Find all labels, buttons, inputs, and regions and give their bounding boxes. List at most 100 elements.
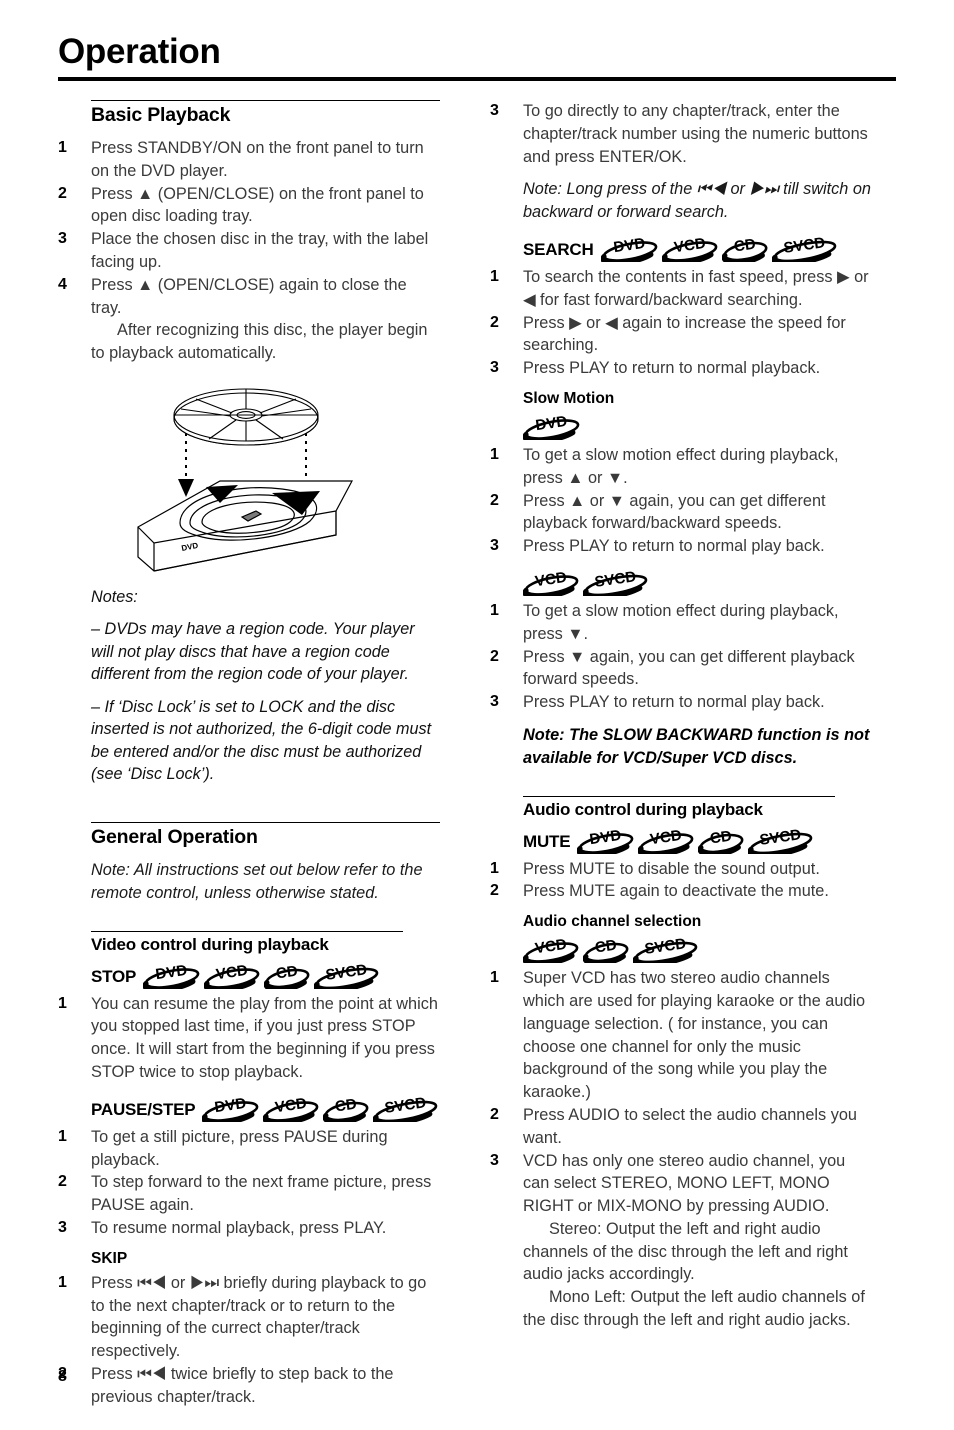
heading-video-control: Video control during playback	[91, 934, 329, 954]
disc-format-badge-cd-icon: CD	[264, 962, 310, 989]
list-item: 2 To step forward to the next frame pict…	[58, 1171, 440, 1217]
step-text: To go directly to any chapter/track, ent…	[523, 102, 868, 166]
list-item: 1 Press ⏮◀ or ▶⏭ briefly during playback…	[58, 1272, 440, 1363]
step-number: 2	[490, 882, 499, 900]
steps-skip-continued: 3 To go directly to any chapter/track, e…	[490, 100, 872, 168]
step-text: VCD has only one stereo audio channel, y…	[523, 1151, 846, 1216]
disc-format-badge-svcd-icon: SVCD	[583, 568, 648, 596]
svg-text:SVCD: SVCD	[325, 961, 369, 984]
badge-row-slow-dvd: DVD	[523, 412, 583, 440]
disc-format-badge-vcd: VCD	[523, 568, 580, 596]
disc-format-badge-dvd-icon: DVD	[600, 235, 657, 262]
badge-group-audio-channel: VCD CD SVCD	[523, 935, 872, 964]
command-label: STOP	[91, 966, 137, 986]
step-text: To get a still picture, press PAUSE duri…	[91, 1127, 388, 1169]
disc-format-badge-vcd-icon: VCD	[204, 961, 260, 989]
disc-format-badge-cd: CD	[721, 234, 769, 262]
list-item: 1 To get a slow motion effect during pla…	[490, 444, 872, 490]
disc-format-badge-cd: CD	[264, 961, 311, 989]
manual-page: Operation Basic Playback 1 Press STANDBY…	[0, 0, 954, 1430]
disc-format-badge-vcd-icon: VCD	[523, 936, 579, 964]
page-header: Operation	[58, 32, 896, 81]
steps-stop: 1 You can resume the play from the point…	[58, 993, 440, 1084]
list-item: 3 VCD has only one stereo audio channel,…	[490, 1150, 872, 1332]
step-number: 3	[490, 1151, 499, 1169]
step-number: 1	[58, 994, 67, 1012]
command-pause-step: PAUSE/STEP DVD VCD CD SVCD	[91, 1094, 440, 1122]
disc-format-badge-vcd: VCD	[523, 935, 580, 964]
step-number: 1	[58, 1273, 67, 1291]
note-disc-lock: – If ‘Disc Lock’ is set to LOCK and the …	[91, 697, 432, 784]
step-text: Press STANDBY/ON on the front panel to t…	[91, 139, 424, 180]
disc-format-badge-vcd-icon: VCD	[638, 826, 694, 854]
step-number: 3	[58, 230, 67, 248]
disc-format-badge-dvd-icon: DVD	[143, 961, 200, 989]
command-label: PAUSE/STEP	[91, 1099, 196, 1119]
steps-skip: 1 Press ⏮◀ or ▶⏭ briefly during playback…	[58, 1272, 440, 1409]
svg-text:VCD: VCD	[534, 569, 568, 590]
steps-slow-motion-dvd: 1 To get a slow motion effect during pla…	[490, 444, 872, 558]
disc-format-badge-svcd-icon: SVCD	[748, 826, 813, 854]
step-number: 3	[490, 359, 499, 377]
list-item: 1 To get a slow motion effect during pla…	[490, 600, 872, 646]
disc-format-badge-cd: CD	[323, 1094, 370, 1122]
left-column: Basic Playback 1 Press STANDBY/ON on the…	[58, 100, 440, 1419]
right-column: 3 To go directly to any chapter/track, e…	[490, 100, 872, 1342]
svg-text:SVCD: SVCD	[782, 234, 826, 257]
disc-format-badge-vcd-icon: VCD	[523, 569, 579, 596]
list-item: 1 You can resume the play from the point…	[58, 993, 440, 1084]
title-divider	[58, 76, 896, 81]
disc-format-badge-cd: CD	[583, 935, 630, 964]
section-divider	[91, 821, 440, 823]
disc-format-badge-dvd: DVD	[523, 412, 581, 440]
svg-text:CD: CD	[275, 962, 299, 982]
badge-row-mute: DVD VCD CD SVCD	[577, 826, 816, 854]
step-number: 1	[58, 139, 67, 156]
step-number: 2	[490, 1105, 499, 1123]
step-number: 2	[58, 1173, 67, 1191]
notes-title: Notes:	[91, 587, 138, 606]
step-text: Press PLAY to return to normal play back…	[523, 537, 825, 556]
step-text: Press ▲ (OPEN/CLOSE) again to close the …	[91, 275, 407, 317]
list-item: 2 Press ▲ or ▼ again, you can get differ…	[490, 490, 872, 536]
disc-format-badge-vcd-icon: VCD	[661, 235, 717, 262]
step-text: Press MUTE again to deactivate the mute.	[523, 882, 829, 901]
command-label: MUTE	[523, 831, 571, 851]
heading-audio-channel-selection: Audio channel selection	[523, 913, 702, 931]
step-number: 2	[58, 184, 67, 202]
disc-format-badge-svcd: SVCD	[771, 234, 838, 262]
disc-format-badge-vcd: VCD	[263, 1094, 320, 1122]
disc-format-badge-vcd-icon: VCD	[263, 1095, 319, 1122]
step-text-continued: After recognizing this disc, the player …	[91, 321, 428, 363]
page-title: Operation	[58, 32, 221, 71]
heading-basic-playback: Basic Playback	[91, 104, 231, 126]
steps-mute: 1 Press MUTE to disable the sound output…	[490, 858, 872, 904]
step-text: Press PLAY to return to normal play back…	[523, 693, 825, 712]
heading-audio-control: Audio control during playback	[523, 799, 763, 819]
step-number: 1	[58, 1127, 67, 1145]
step-text: Press ▲ (OPEN/CLOSE) on the front panel …	[91, 184, 424, 226]
list-item: 1 Press STANDBY/ON on the front panel to…	[58, 137, 440, 183]
arrow-down-left-icon	[178, 478, 194, 497]
step-text: Press ⏮◀ twice briefly to step back to t…	[91, 1364, 394, 1406]
step-number: 3	[490, 537, 499, 555]
disc-format-badge-dvd: DVD	[600, 234, 659, 262]
disc-format-badge-vcd: VCD	[661, 234, 719, 262]
step-text: To step forward to the next frame pictur…	[91, 1173, 432, 1215]
svg-text:VCD: VCD	[534, 936, 568, 957]
note-slow-backward: Note: The SLOW BACKWARD function is not …	[523, 725, 870, 767]
list-item: 4 Press ▲ (OPEN/CLOSE) again to close th…	[58, 274, 440, 365]
disc-format-badge-vcd: VCD	[204, 961, 261, 989]
list-item: 3 To go directly to any chapter/track, e…	[490, 100, 872, 168]
svg-text:CD: CD	[709, 827, 733, 847]
page-number: 8	[58, 1368, 67, 1385]
list-item: 3 Place the chosen disc in the tray, wit…	[58, 228, 440, 274]
steps-basic-playback: 1 Press STANDBY/ON on the front panel to…	[58, 137, 440, 365]
disc-format-badge-svcd: SVCD	[748, 826, 814, 854]
steps-slow-motion-vcd: 1 To get a slow motion effect during pla…	[490, 600, 872, 714]
list-item: 2 Press MUTE again to deactivate the mut…	[490, 880, 872, 903]
step-text: Press ▼ again, you can get different pla…	[523, 647, 855, 689]
list-item: 2 Press ▲ (OPEN/CLOSE) on the front pane…	[58, 183, 440, 229]
list-item: 2 Press ⏮◀ twice briefly to step back to…	[58, 1363, 440, 1409]
step-number: 4	[58, 275, 67, 293]
